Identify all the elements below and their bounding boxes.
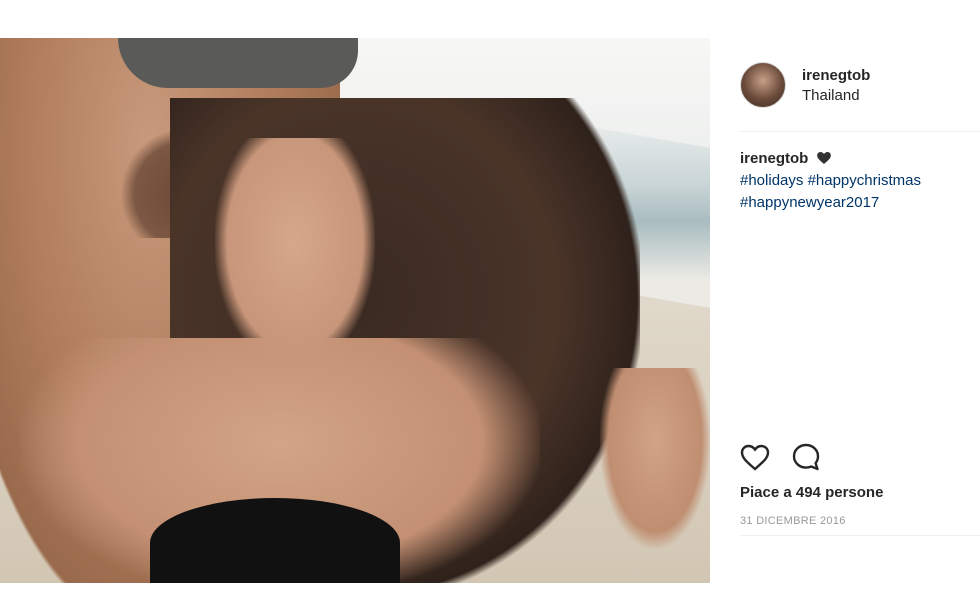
post-photo[interactable]	[0, 38, 710, 583]
post-date[interactable]: 31 DICEMBRE 2016	[740, 515, 846, 527]
photo-bikini	[150, 498, 400, 583]
heart-outline-icon[interactable]	[740, 444, 770, 471]
footer-divider	[740, 535, 980, 536]
avatar[interactable]	[740, 62, 786, 108]
header-divider	[740, 131, 980, 132]
likes-count[interactable]: Piace a 494 persone	[740, 484, 883, 501]
hashtag-happynewyear2017[interactable]: #happynewyear2017	[740, 194, 879, 211]
hashtag-happychristmas[interactable]: #happychristmas	[808, 172, 921, 189]
caption: irenegtob #holidays #happychristmas #hap…	[740, 148, 980, 214]
header-username[interactable]: irenegtob	[802, 67, 870, 84]
speech-bubble-icon[interactable]	[792, 443, 820, 471]
photo-hand	[600, 368, 710, 548]
post-actions	[740, 443, 820, 471]
caption-hashtags: #holidays #happychristmas #happynewyear2…	[740, 170, 980, 214]
post-side-panel: irenegtob Thailand irenegtob #holidays #…	[740, 38, 980, 583]
photo-man-cap	[118, 38, 358, 88]
header-text: irenegtob Thailand	[802, 67, 870, 104]
header-location[interactable]: Thailand	[802, 87, 870, 104]
caption-username[interactable]: irenegtob	[740, 150, 808, 167]
black-heart-icon	[816, 149, 831, 164]
hashtag-holidays[interactable]: #holidays	[740, 172, 803, 189]
photo-woman-face	[215, 138, 375, 368]
post-header: irenegtob Thailand	[740, 60, 980, 110]
